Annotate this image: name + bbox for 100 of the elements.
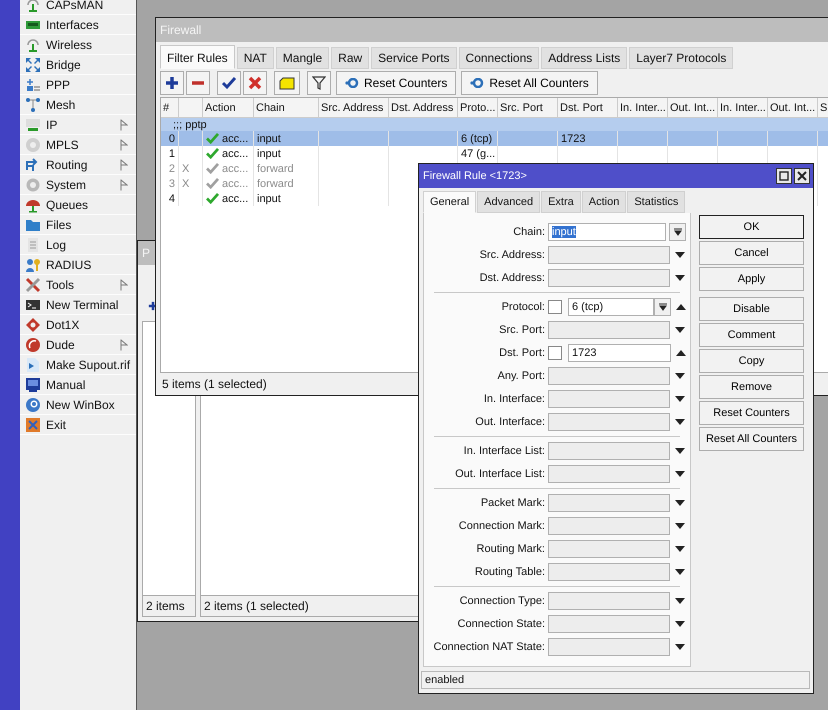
dialog-button[interactable]: Comment	[699, 323, 804, 347]
dropdown-arrow-icon[interactable]	[675, 396, 685, 402]
remove-button[interactable]	[186, 71, 210, 95]
input-field[interactable]	[548, 390, 670, 408]
dropdown-arrow-icon[interactable]	[675, 523, 685, 529]
menu-item[interactable]: Bridge	[20, 55, 136, 75]
dropdown-arrow-icon[interactable]	[675, 275, 685, 281]
tab[interactable]: Service Ports	[371, 47, 457, 69]
input-field[interactable]	[548, 615, 670, 633]
dropdown-arrow-icon[interactable]	[675, 471, 685, 477]
menu-item[interactable]: Files	[20, 215, 136, 235]
tab[interactable]: Address Lists	[541, 47, 628, 69]
menu-item[interactable]: CAPsMAN	[20, 0, 136, 15]
dialog-button[interactable]: Reset All Counters	[699, 427, 804, 451]
input-field[interactable]	[548, 638, 670, 656]
dropdown-arrow-icon[interactable]	[675, 500, 685, 506]
input-field[interactable]	[548, 465, 670, 483]
dropdown-button[interactable]	[654, 298, 671, 316]
dropdown-arrow-icon[interactable]	[675, 598, 685, 604]
input-field[interactable]: input	[548, 223, 666, 241]
checkbox[interactable]	[548, 300, 562, 314]
disable-button[interactable]	[243, 71, 267, 95]
column-header[interactable]: In. Inter...	[720, 102, 766, 114]
column-header[interactable]: Proto...	[460, 102, 496, 114]
input-field[interactable]: 1723	[568, 344, 671, 362]
column-header[interactable]: Chain	[256, 102, 285, 114]
comment-button[interactable]	[274, 71, 300, 95]
dialog-button[interactable]: Disable	[699, 297, 804, 321]
column-header[interactable]: Action	[205, 102, 236, 114]
table-row[interactable]: 0 acc... input 6 (tcp) 1723	[161, 131, 828, 146]
column-header[interactable]: Src. Port	[500, 102, 543, 114]
menu-item[interactable]: MPLS	[20, 135, 136, 155]
menu-item[interactable]: Log	[20, 235, 136, 255]
input-field[interactable]	[548, 540, 670, 558]
column-header[interactable]: Out. Int...	[670, 102, 716, 114]
menu-item[interactable]: Wireless	[20, 35, 136, 55]
checkbox[interactable]	[548, 346, 562, 360]
menu-item[interactable]: Queues	[20, 195, 136, 215]
menu-item[interactable]: Routing	[20, 155, 136, 175]
dialog-button[interactable]: Reset Counters	[699, 401, 804, 425]
tab[interactable]: Mangle	[276, 47, 330, 69]
menu-item[interactable]: New WinBox	[20, 395, 136, 415]
menu-item[interactable]: Interfaces	[20, 15, 136, 35]
menu-item[interactable]: Mesh	[20, 95, 136, 115]
input-field[interactable]	[548, 321, 670, 339]
dropdown-arrow-icon[interactable]	[675, 569, 685, 575]
column-header[interactable]: Out. Int...	[770, 102, 816, 114]
input-field[interactable]	[548, 269, 670, 287]
tab[interactable]: Connections	[458, 47, 540, 69]
column-header[interactable]: S	[820, 102, 828, 114]
tab[interactable]: Statistics	[627, 191, 686, 213]
menu-item[interactable]: RADIUS	[20, 255, 136, 275]
menu-item[interactable]: PPP	[20, 75, 136, 95]
menu-item[interactable]: Dude	[20, 335, 136, 355]
reset-button[interactable]: Reset All Counters	[461, 71, 598, 95]
menu-item[interactable]: Manual	[20, 375, 136, 395]
dropdown-arrow-icon[interactable]	[675, 419, 685, 425]
menu-item[interactable]: IP	[20, 115, 136, 135]
close-button[interactable]	[794, 168, 810, 184]
column-header[interactable]: #	[163, 102, 170, 114]
column-header[interactable]: Src. Address	[321, 102, 384, 114]
dropdown-arrow-icon[interactable]	[675, 621, 685, 627]
tab[interactable]: Filter Rules	[160, 45, 235, 69]
dropdown-arrow-icon[interactable]	[675, 327, 685, 333]
input-field[interactable]	[548, 494, 670, 512]
tab[interactable]: NAT	[236, 47, 274, 69]
tab[interactable]: Action	[582, 191, 626, 213]
input-field[interactable]	[548, 442, 670, 460]
tab[interactable]: Extra	[541, 191, 581, 213]
menu-item[interactable]: Make Supout.rif	[20, 355, 136, 375]
menu-item[interactable]: Dot1X	[20, 315, 136, 335]
input-field[interactable]	[548, 563, 670, 581]
input-field[interactable]	[548, 246, 670, 264]
enable-button[interactable]	[217, 71, 241, 95]
dialog-button[interactable]: Copy	[699, 349, 804, 373]
input-field[interactable]	[548, 517, 670, 535]
add-button[interactable]	[160, 71, 184, 95]
input-field[interactable]	[548, 367, 670, 385]
menu-item[interactable]: System	[20, 175, 136, 195]
dialog-button[interactable]: OK	[699, 215, 804, 239]
add-icon[interactable]	[148, 301, 158, 311]
dropdown-button[interactable]	[669, 223, 686, 241]
input-field[interactable]	[548, 413, 670, 431]
column-header[interactable]: In. Inter...	[620, 102, 666, 114]
table-row[interactable]: 1 acc... input 47 (g...	[161, 146, 828, 161]
reset-button[interactable]: Reset Counters	[336, 71, 456, 95]
tab[interactable]: General	[423, 191, 476, 213]
dialog-button[interactable]: Apply	[699, 267, 804, 291]
menu-item[interactable]: New Terminal	[20, 295, 136, 315]
up-arrow-icon[interactable]	[676, 350, 686, 356]
dropdown-arrow-icon[interactable]	[675, 546, 685, 552]
dialog-button[interactable]: Cancel	[699, 241, 804, 265]
input-field[interactable]	[548, 592, 670, 610]
tab[interactable]: Advanced	[477, 191, 540, 213]
dropdown-arrow-icon[interactable]	[675, 448, 685, 454]
menu-item[interactable]: Tools	[20, 275, 136, 295]
dropdown-arrow-icon[interactable]	[675, 644, 685, 650]
tab[interactable]: Raw	[331, 47, 370, 69]
tab[interactable]: Layer7 Protocols	[629, 47, 734, 69]
maximize-button[interactable]	[776, 168, 792, 184]
